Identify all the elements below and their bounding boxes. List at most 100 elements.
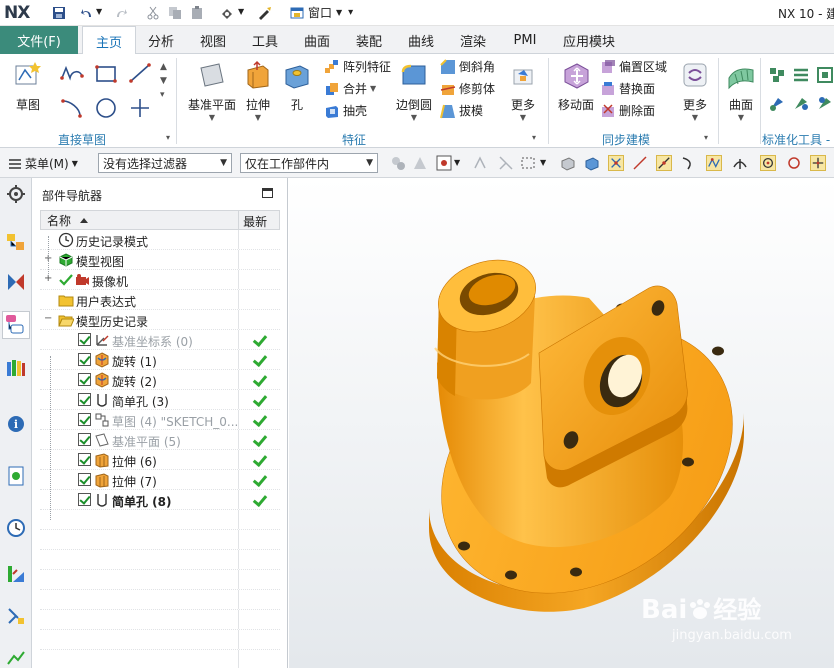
manufacturing-wizard-icon[interactable]: [6, 606, 26, 626]
datum-plane-button[interactable]: 基准平面 ▼: [186, 56, 238, 122]
tree-row-feature[interactable]: 简单孔 (8): [40, 490, 280, 510]
redo-icon[interactable]: [114, 6, 128, 20]
general-selection-icon[interactable]: [390, 155, 406, 171]
more-features-button[interactable]: 更多 ▼: [506, 56, 540, 122]
tree-row-feature[interactable]: 旋转 (1): [40, 350, 280, 370]
select-feature-icon[interactable]: [498, 155, 514, 171]
hole-button[interactable]: 孔: [282, 56, 312, 113]
offset-region-button[interactable]: 偏置区域: [600, 58, 667, 75]
column-latest-header[interactable]: 最新: [239, 211, 279, 229]
tree-row-feature[interactable]: 拉伸 (6): [40, 450, 280, 470]
visibility-checkbox[interactable]: [78, 353, 91, 366]
selection-scope-select[interactable]: 仅在工作部件内 ▼: [240, 153, 378, 173]
rectangle-icon[interactable]: [94, 64, 118, 84]
delete-face-button[interactable]: 删除面: [600, 102, 655, 119]
save-icon[interactable]: [52, 6, 66, 20]
snap-toggle-icon[interactable]: [608, 155, 624, 171]
maximize-icon[interactable]: [262, 188, 273, 198]
tree-row-user-expressions[interactable]: 用户表达式: [40, 290, 280, 310]
touch-mode-icon[interactable]: [220, 6, 234, 20]
tab-pmi[interactable]: PMI: [504, 26, 546, 54]
visibility-checkbox[interactable]: [78, 493, 91, 506]
tab-applications[interactable]: 应用模块: [556, 26, 622, 54]
settings-icon[interactable]: [6, 184, 26, 204]
tree-row-feature[interactable]: 基准坐标系 (0): [40, 330, 280, 350]
tree-row-feature[interactable]: 基准平面 (5): [40, 430, 280, 450]
feature-group-menu-icon[interactable]: ▾: [532, 133, 536, 142]
pattern-feature-button[interactable]: 阵列特征: [324, 58, 391, 75]
undo-dropdown-icon[interactable]: ▼: [96, 7, 102, 16]
edge-blend-button[interactable]: 边倒圆 ▼: [394, 56, 434, 122]
std-tool-6-icon[interactable]: [816, 94, 834, 112]
customize-quick-access-icon[interactable]: ▾: [348, 7, 353, 18]
web-browser-icon[interactable]: i: [6, 414, 26, 434]
type-filter-select[interactable]: 没有选择过滤器 ▼: [98, 153, 232, 173]
process-studio-icon[interactable]: [6, 564, 26, 584]
expand-icon[interactable]: +: [44, 274, 53, 284]
copy-icon[interactable]: [168, 6, 182, 20]
arc-icon[interactable]: [60, 96, 84, 120]
tree-row-model-views[interactable]: + 模型视图: [40, 250, 280, 270]
tab-tools[interactable]: 工具: [244, 26, 286, 54]
trim-body-button[interactable]: 修剪体: [440, 80, 495, 97]
visibility-checkbox[interactable]: [78, 453, 91, 466]
graphics-window[interactable]: Bai 经验 jingyan.baidu.com: [289, 178, 834, 668]
paste-icon[interactable]: [190, 6, 204, 20]
rectangle-select-icon[interactable]: [520, 155, 536, 171]
menu-button[interactable]: 菜单(M) ▼: [8, 155, 78, 172]
profile-icon[interactable]: [60, 62, 84, 84]
tree-row-feature[interactable]: 拉伸 (7): [40, 470, 280, 490]
sketch-gallery-scroll[interactable]: ▲ ▼ ▾: [160, 60, 167, 102]
visibility-checkbox[interactable]: [78, 413, 91, 426]
visibility-checkbox[interactable]: [78, 373, 91, 386]
std-tool-5-icon[interactable]: [792, 94, 810, 112]
circle-icon[interactable]: [94, 96, 118, 120]
history-icon[interactable]: [6, 518, 26, 538]
undo-icon[interactable]: [80, 6, 94, 20]
arc-center-icon[interactable]: [732, 155, 748, 171]
mid-point-icon[interactable]: [656, 155, 672, 171]
std-tool-2-icon[interactable]: [792, 66, 810, 84]
existing-point-icon[interactable]: [810, 155, 826, 171]
control-point-icon[interactable]: [680, 155, 696, 171]
column-name-header[interactable]: 名称: [41, 211, 240, 229]
tree-row-model-history[interactable]: − 模型历史记录: [40, 310, 280, 330]
sketch-button[interactable]: 草图: [10, 56, 46, 113]
assembly-navigator-icon[interactable]: [6, 232, 26, 252]
visibility-checkbox[interactable]: [78, 433, 91, 446]
tab-home[interactable]: 主页: [82, 26, 136, 55]
history-palette-icon[interactable]: [6, 466, 26, 486]
move-face-button[interactable]: 移动面: [556, 56, 596, 113]
snap-point-icon[interactable]: [472, 155, 488, 171]
window-menu[interactable]: 窗口 ▼ ▾: [290, 4, 353, 21]
reuse-library-icon[interactable]: [6, 358, 26, 378]
collapse-icon[interactable]: −: [44, 314, 53, 324]
visibility-checkbox[interactable]: [78, 333, 91, 346]
visibility-checkbox[interactable]: [78, 473, 91, 486]
file-tab[interactable]: 文件(F): [0, 26, 78, 54]
quadrant-point-icon[interactable]: [786, 155, 802, 171]
solid-body-filter-icon[interactable]: [560, 155, 576, 171]
more-sync-button[interactable]: 更多 ▼: [678, 56, 712, 122]
std-tool-4-icon[interactable]: [768, 94, 786, 112]
roles-icon[interactable]: [6, 646, 26, 666]
unite-button[interactable]: 合并 ▼: [324, 80, 376, 97]
constraint-navigator-icon[interactable]: [6, 272, 26, 292]
cut-icon[interactable]: [146, 6, 160, 20]
end-point-icon[interactable]: [632, 155, 648, 171]
touch-dropdown-icon[interactable]: ▼: [238, 7, 244, 16]
tools-icon[interactable]: [258, 6, 272, 20]
draft-button[interactable]: 拔模: [440, 102, 483, 119]
tab-assembly[interactable]: 装配: [348, 26, 390, 54]
tab-view[interactable]: 视图: [192, 26, 234, 54]
std-tool-3-icon[interactable]: [816, 66, 834, 84]
select-in-region-icon[interactable]: [436, 155, 452, 171]
visibility-checkbox[interactable]: [78, 393, 91, 406]
tree-row-feature[interactable]: 旋转 (2): [40, 370, 280, 390]
face-filter-icon[interactable]: [584, 155, 600, 171]
sync-group-menu-icon[interactable]: ▾: [704, 133, 708, 142]
replace-face-button[interactable]: 替换面: [600, 80, 655, 97]
intersection-point-icon[interactable]: [706, 155, 722, 171]
tab-render[interactable]: 渲染: [452, 26, 494, 54]
chamfer-button[interactable]: 倒斜角: [440, 58, 495, 75]
